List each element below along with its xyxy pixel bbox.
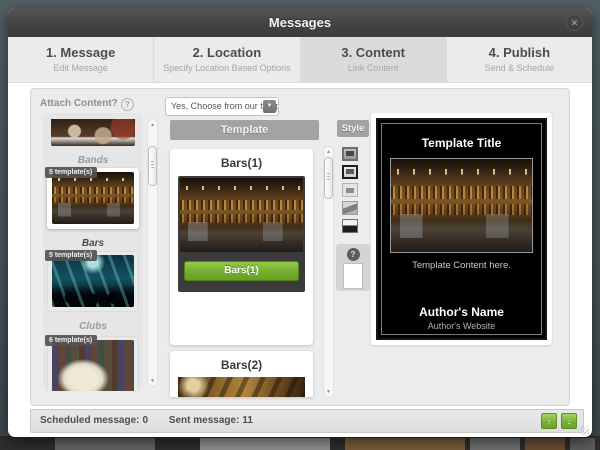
status-footer: Scheduled message:0 Sent message:11 ↑ ↓	[30, 409, 584, 433]
tab-message-title: 1. Message	[8, 45, 153, 60]
attach-content-text: Attach Content?	[40, 98, 118, 109]
category-clubs-thumbnail	[52, 255, 134, 307]
help-icon[interactable]: ?	[121, 98, 134, 111]
background-block	[200, 438, 330, 450]
tab-publish[interactable]: 4. Publish Send & Schedule	[446, 37, 592, 82]
scroll-down-icon[interactable]: ▼	[148, 378, 157, 384]
category-card-clubs[interactable]: 5 template(s)	[47, 251, 139, 312]
tab-message[interactable]: 1. Message Edit Message	[8, 37, 153, 82]
category-scrollbar-thumb[interactable]	[148, 146, 157, 186]
resize-handle[interactable]	[580, 426, 589, 435]
category-label-clubs: Clubs	[43, 321, 143, 332]
preview-title: Template Title	[382, 136, 541, 150]
tab-publish-subtitle: Send & Schedule	[447, 63, 592, 73]
messages-modal: Messages ✕ 1. Message Edit Message 2. Lo…	[8, 8, 592, 437]
background-block	[525, 438, 565, 450]
page-behind-modal	[0, 436, 600, 450]
message-counters: Scheduled message:0 Sent message:11	[40, 415, 271, 426]
sent-value: 11	[242, 415, 253, 426]
preview-author-website: Author's Website	[382, 321, 541, 331]
template-select-button[interactable]: Bars(1)	[184, 261, 299, 281]
category-bars-thumbnail	[52, 172, 134, 224]
nav-up-button[interactable]: ↑	[541, 413, 557, 429]
background-block	[345, 438, 465, 450]
template-count-badge: 5 template(s)	[45, 250, 97, 261]
question-icon: ?	[347, 248, 360, 261]
preview-card: Template Title Template Content here. Au…	[371, 113, 552, 345]
template-count-badge: 6 template(s)	[45, 335, 97, 346]
scroll-down-icon[interactable]: ▼	[324, 389, 333, 395]
scheduled-value: 0	[142, 415, 148, 426]
style-option-5-icon[interactable]	[342, 219, 358, 233]
template-bars2-photo	[178, 377, 305, 397]
category-bands-thumbnail[interactable]	[51, 119, 135, 146]
style-option-3-icon[interactable]	[342, 183, 358, 197]
template-scrollbar-thumb[interactable]	[324, 157, 333, 199]
tab-location-subtitle: Specify Location Based Options	[154, 63, 299, 73]
tab-content-subtitle: Link Content	[301, 63, 446, 73]
template-image-frame: Bars(1)	[178, 176, 305, 292]
style-option-4-icon[interactable]	[342, 201, 358, 215]
attach-content-dropdown[interactable]: Yes, Choose from our templa ▼	[165, 97, 279, 116]
nav-down-button[interactable]: ↓	[561, 413, 577, 429]
preview-content-text: Template Content here.	[382, 260, 541, 271]
attach-content-label: Attach Content??	[40, 98, 134, 111]
background-block	[570, 438, 595, 450]
template-bars1-photo	[180, 178, 303, 252]
template-card-bars2[interactable]: Bars(2)	[170, 351, 313, 397]
preview-photo	[390, 158, 533, 253]
tab-content[interactable]: 3. Content Link Content	[300, 37, 446, 82]
category-scrollbar[interactable]: ▲ ▼	[147, 119, 158, 387]
category-label-bands: Bands	[43, 155, 143, 166]
sent-label: Sent message:	[169, 415, 240, 426]
tab-message-subtitle: Edit Message	[8, 63, 153, 73]
template-card-bars1[interactable]: Bars(1) Bars(1)	[170, 149, 313, 345]
style-column-header: Style	[337, 120, 369, 137]
template-title: Bars(1)	[170, 156, 313, 170]
category-list: Bands 5 template(s) Bars 5 template(s) C…	[43, 113, 143, 391]
background-block	[470, 438, 520, 450]
tab-publish-title: 4. Publish	[447, 45, 592, 60]
template-scrollbar[interactable]: ▲ ▼	[323, 146, 334, 398]
wizard-steps: 1. Message Edit Message 2. Location Spec…	[8, 37, 592, 83]
chevron-down-icon[interactable]: ▼	[263, 100, 276, 113]
close-icon[interactable]: ✕	[566, 14, 583, 31]
style-option-1-icon[interactable]	[342, 147, 358, 161]
content-panel: Attach Content?? Bands 5 template(s) Bar…	[30, 88, 570, 406]
style-option-2-icon[interactable]	[342, 165, 358, 179]
category-books-thumbnail	[52, 340, 134, 391]
template-count-badge: 5 template(s)	[45, 167, 97, 178]
template-title: Bars(2)	[170, 358, 313, 372]
template-column-header: Template	[170, 120, 319, 140]
tab-location-title: 2. Location	[154, 45, 299, 60]
category-card-bars[interactable]: 5 template(s)	[47, 168, 139, 229]
template-preview: Template Title Template Content here. Au…	[376, 118, 547, 340]
tab-content-title: 3. Content	[301, 45, 446, 60]
preview-inner-border: Template Title Template Content here. Au…	[381, 123, 542, 335]
modal-title-bar: Messages ✕	[8, 8, 592, 37]
background-block	[55, 438, 155, 450]
category-label-bars: Bars	[43, 238, 143, 249]
scroll-up-icon[interactable]: ▲	[148, 122, 157, 128]
style-option-custom[interactable]: ?	[336, 244, 370, 291]
scroll-up-icon[interactable]: ▲	[324, 149, 333, 155]
modal-title: Messages	[8, 8, 592, 37]
tab-location[interactable]: 2. Location Specify Location Based Optio…	[153, 37, 299, 82]
preview-author-name: Author's Name	[382, 305, 541, 319]
blank-style-swatch	[343, 263, 363, 289]
category-card-books[interactable]: 6 template(s)	[47, 336, 139, 391]
scheduled-label: Scheduled message:	[40, 415, 139, 426]
